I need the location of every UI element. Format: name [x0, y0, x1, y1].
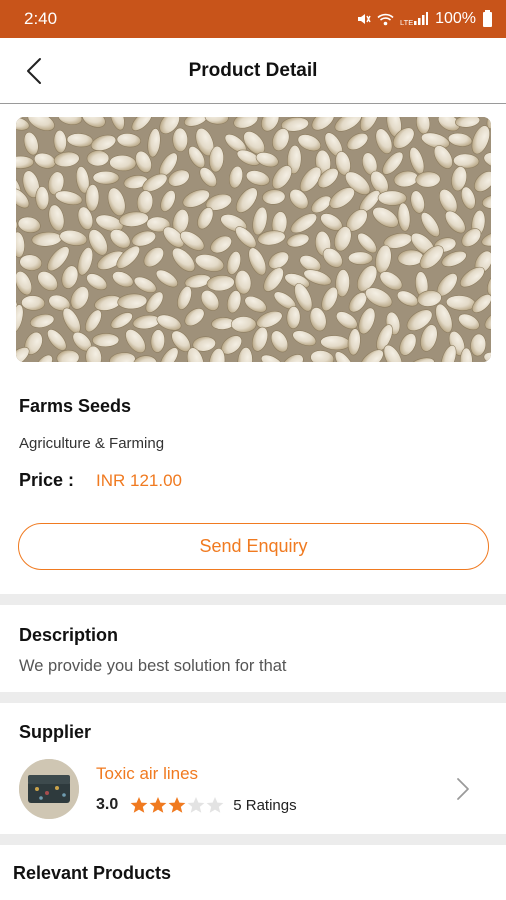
- price-label: Price :: [19, 470, 75, 490]
- svg-text:LTE: LTE: [400, 18, 413, 26]
- seeds-photo: [16, 117, 491, 362]
- price-row: Price : INR 121.00: [19, 470, 489, 491]
- chevron-left-icon: [27, 58, 41, 84]
- app-header: Product Detail: [0, 38, 506, 104]
- relevant-products-title: Relevant Products: [13, 863, 172, 883]
- star-filled-icon: [130, 797, 148, 813]
- supplier-name: Toxic air lines: [96, 764, 199, 783]
- section-divider: [0, 594, 506, 605]
- battery-icon: [483, 9, 492, 27]
- price-value: INR 121.00: [96, 471, 182, 490]
- send-enquiry-button[interactable]: Send Enquiry: [18, 523, 489, 570]
- page-title: Product Detail: [188, 59, 318, 81]
- product-info: Farms Seeds Agriculture & Farming Price …: [19, 396, 489, 491]
- status-bar: 2:40 LTE 100%: [0, 0, 506, 38]
- product-name: Farms Seeds: [19, 396, 132, 416]
- wifi-icon: [377, 13, 394, 25]
- chevron-right-icon: [457, 778, 469, 800]
- rating-count: 5 Ratings: [233, 796, 297, 814]
- star-filled-icon: [149, 797, 167, 813]
- star-empty-icon: [206, 797, 224, 813]
- star-empty-icon: [187, 797, 205, 813]
- supplier-row[interactable]: Toxic air lines 3.0 5 Ratings: [19, 758, 489, 820]
- supplier-info: Toxic air lines 3.0 5 Ratings: [96, 764, 297, 814]
- status-time: 2:40: [24, 9, 58, 28]
- status-icons: LTE: [356, 12, 429, 26]
- product-image: [16, 117, 491, 362]
- rating-value: 3.0: [96, 796, 119, 813]
- mute-icon: [358, 14, 371, 24]
- product-category: Agriculture & Farming: [19, 435, 165, 452]
- back-button[interactable]: [18, 54, 50, 88]
- star-filled-icon: [168, 797, 186, 813]
- supplier-avatar: [19, 759, 79, 819]
- star-rating: [130, 796, 224, 814]
- section-divider: [0, 834, 506, 845]
- section-divider: [0, 692, 506, 703]
- rating-row: 3.0 5 Ratings: [96, 796, 297, 814]
- status-right: LTE 100%: [356, 9, 492, 28]
- supplier-title: Supplier: [19, 722, 92, 742]
- description-title: Description: [19, 625, 119, 645]
- description-text: We provide you best solution for that: [19, 657, 287, 675]
- lte-signal-icon: LTE: [400, 12, 429, 26]
- battery-percent: 100%: [435, 10, 476, 27]
